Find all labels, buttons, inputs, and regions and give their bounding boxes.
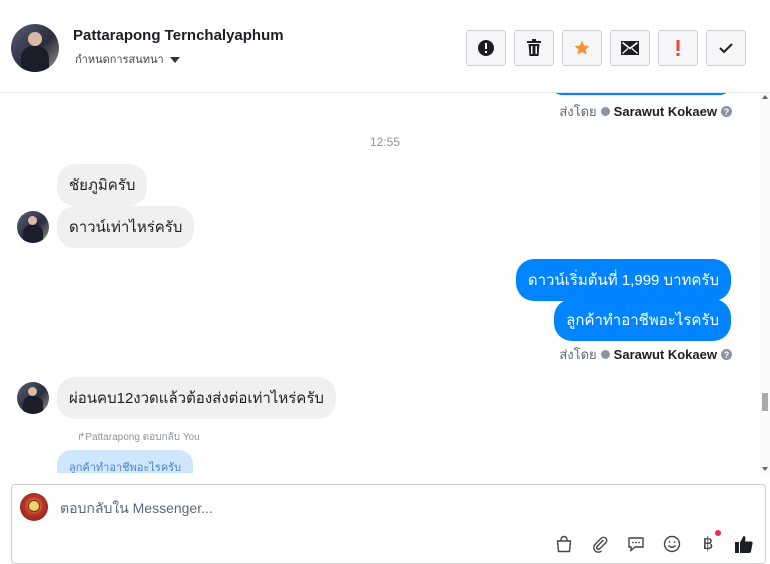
trash-icon	[527, 39, 541, 56]
message-bubble-incoming[interactable]: ชัยภูมิครับ	[57, 164, 148, 206]
mark-unread-button[interactable]	[610, 30, 650, 66]
alert-circle-icon	[478, 40, 494, 56]
reply-composer: ฿	[11, 484, 766, 564]
emoji-button[interactable]	[661, 533, 683, 555]
contact-avatar[interactable]	[11, 24, 59, 72]
star-icon	[574, 40, 590, 55]
saved-replies-button[interactable]	[625, 533, 647, 555]
contact-avatar-small	[17, 382, 49, 414]
paperclip-icon	[593, 536, 608, 553]
conversation-header: Pattarapong Ternchalyaphum กำหนดการสนทนา	[0, 0, 770, 93]
page-avatar	[20, 493, 48, 521]
like-button[interactable]	[733, 533, 755, 555]
notification-dot	[715, 530, 721, 536]
checkmark-icon	[719, 43, 733, 54]
caret-down-icon	[169, 56, 180, 63]
conversation-actions	[466, 30, 746, 66]
follow-up-button[interactable]	[658, 30, 698, 66]
scroll-down-icon[interactable]	[762, 467, 768, 471]
baht-icon: ฿	[702, 534, 714, 554]
thumbs-up-icon	[735, 536, 753, 553]
help-icon[interactable]: ?	[721, 349, 732, 360]
message-thread: ส่งโดย Sarawut Kokaew ? 12:55 ชัยภูมิครั…	[0, 93, 770, 473]
sender-name: Sarawut Kokaew	[613, 104, 717, 119]
reply-input[interactable]	[60, 500, 700, 516]
page-icon	[600, 350, 610, 359]
envelope-icon	[621, 41, 639, 55]
shopping-bag-button[interactable]	[553, 533, 575, 555]
scroll-up-icon[interactable]	[762, 95, 768, 99]
sent-by-line: ส่งโดย Sarawut Kokaew ?	[559, 344, 732, 365]
message-bubble-outgoing[interactable]: ดาวน์เริ่มต้นที่ 1,999 บาทครับ	[515, 259, 731, 301]
done-button[interactable]	[706, 30, 746, 66]
sent-by-prefix: ส่งโดย	[559, 104, 597, 119]
reply-note-text: Pattarapong ตอบกลับ You	[85, 432, 200, 443]
message-bubble-outgoing-partial	[551, 93, 731, 95]
sent-by-prefix: ส่งโดย	[559, 347, 597, 362]
help-icon[interactable]: ?	[721, 106, 732, 117]
payment-button[interactable]: ฿	[697, 530, 721, 555]
contact-name[interactable]: Pattarapong Ternchalyaphum	[73, 27, 284, 44]
sender-name: Sarawut Kokaew	[613, 347, 717, 362]
assign-label: กำหนดการสนทนา	[75, 54, 164, 66]
chat-scrollbar[interactable]	[760, 93, 770, 473]
message-bubble-incoming[interactable]: ผ่อนคบ12งวดแล้วต้องส่งต่อเท่าไหร่ครับ	[57, 377, 336, 419]
assign-conversation-dropdown[interactable]: กำหนดการสนทนา	[75, 50, 180, 68]
message-bubble-incoming[interactable]: ดาวน์เท่าไหร่ครับ	[57, 206, 195, 248]
reply-note: ↱Pattarapong ตอบกลับ You	[77, 430, 200, 445]
chat-bubble-icon	[628, 537, 644, 553]
attach-button[interactable]	[589, 533, 611, 555]
spam-button[interactable]	[466, 30, 506, 66]
shopping-bag-icon	[556, 535, 572, 553]
contact-avatar-small	[17, 211, 49, 243]
smiley-icon	[663, 535, 681, 553]
delete-button[interactable]	[514, 30, 554, 66]
star-button[interactable]	[562, 30, 602, 66]
exclamation-icon	[676, 40, 680, 56]
page-icon	[600, 107, 610, 116]
sent-by-line: ส่งโดย Sarawut Kokaew ?	[559, 101, 732, 122]
reply-quote[interactable]: ลูกค้าทำอาชีพอะไรครับ	[57, 450, 194, 473]
message-timestamp: 12:55	[369, 135, 401, 149]
composer-tools: ฿	[553, 530, 755, 555]
scroll-thumb[interactable]	[762, 393, 768, 411]
message-bubble-outgoing[interactable]: ลูกค้าทำอาชีพอะไรครับ	[554, 299, 731, 341]
